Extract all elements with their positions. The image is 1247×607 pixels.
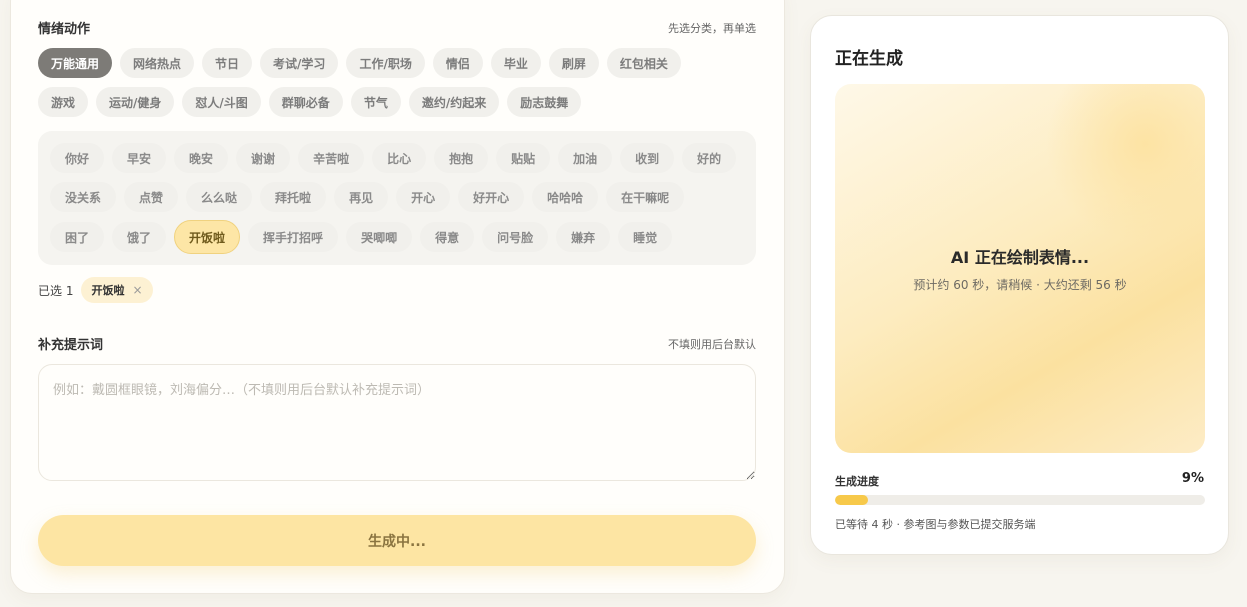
category-chip[interactable]: 红包相关 xyxy=(606,48,681,78)
action-chip[interactable]: 嫌弃 xyxy=(556,222,611,252)
action-chip[interactable]: 谢谢 xyxy=(236,143,291,173)
selected-tag: 开饭啦 × xyxy=(81,277,153,303)
category-chip[interactable]: 节日 xyxy=(202,48,253,78)
action-chip[interactable]: 睡觉 xyxy=(618,222,673,252)
selected-count: 已选 1 xyxy=(38,283,74,298)
category-chip[interactable]: 考试/学习 xyxy=(260,48,339,78)
action-chip[interactable]: 在干嘛呢 xyxy=(606,182,685,212)
action-chip[interactable]: 拜托啦 xyxy=(260,182,327,212)
action-chip[interactable]: 问号脸 xyxy=(482,222,549,252)
action-chip[interactable]: 比心 xyxy=(372,143,427,173)
action-chip[interactable]: 饿了 xyxy=(112,222,167,252)
progress-label: 生成进度 xyxy=(835,475,879,488)
prompt-section-title: 补充提示词 xyxy=(38,338,104,353)
category-chip[interactable]: 刷屏 xyxy=(548,48,599,78)
action-chip[interactable]: 加油 xyxy=(558,143,613,173)
action-chip[interactable]: 收到 xyxy=(620,143,675,173)
category-chip[interactable]: 工作/职场 xyxy=(346,48,425,78)
preview-glow xyxy=(1045,84,1205,244)
category-chip[interactable]: 邀约/约起来 xyxy=(408,87,500,117)
prompt-section-header: 补充提示词 不填则用后台默认 xyxy=(38,334,756,354)
action-chip[interactable]: 再见 xyxy=(334,182,389,212)
category-row-1: 万能通用 网络热点 节日 考试/学习 工作/职场 情侣 毕业 刷屏 红包相关 xyxy=(38,48,681,78)
action-row-3: 困了 饿了 开饭啦 挥手打招呼 哭唧唧 得意 问号脸 嫌弃 睡觉 xyxy=(50,220,673,254)
category-chip[interactable]: 情侣 xyxy=(432,48,483,78)
emotion-section-title: 情绪动作 xyxy=(38,22,91,37)
action-chip[interactable]: 早安 xyxy=(112,143,167,173)
prompt-input[interactable] xyxy=(38,364,756,481)
panel-title: 正在生成 xyxy=(835,49,903,69)
generation-panel: 正在生成 AI 正在绘制表情... 预计约 60 秒，请稍候 · 大约还剩 56… xyxy=(810,15,1229,555)
selected-summary: 已选 1 开饭啦 × xyxy=(38,277,153,303)
emotion-section-hint: 先选分类，再单选 xyxy=(668,21,756,35)
action-chip[interactable]: 你好 xyxy=(50,143,105,173)
category-chip[interactable]: 游戏 xyxy=(38,87,89,117)
action-chip[interactable]: 没关系 xyxy=(50,182,117,212)
progress-percent: 9% xyxy=(1181,471,1204,486)
progress-bar-fill xyxy=(835,495,869,505)
action-chip[interactable]: 贴贴 xyxy=(496,143,551,173)
action-row-1: 你好 早安 晚安 谢谢 辛苦啦 比心 抱抱 贴贴 加油 收到 好的 xyxy=(50,143,737,173)
category-chip[interactable]: 运动/健身 xyxy=(96,87,175,117)
category-chip[interactable]: 群聊必备 xyxy=(268,87,343,117)
action-chip[interactable]: 点赞 xyxy=(124,182,179,212)
action-row-2: 没关系 点赞 么么哒 拜托啦 再见 开心 好开心 哈哈哈 在干嘛呢 xyxy=(50,182,685,212)
action-chip[interactable]: 开心 xyxy=(396,182,451,212)
preview-status: AI 正在绘制表情... xyxy=(950,248,1090,267)
action-chip[interactable]: 挥手打招呼 xyxy=(248,222,339,252)
progress-bar xyxy=(835,495,1205,505)
selected-tag-label: 开饭啦 xyxy=(91,284,125,297)
action-chip[interactable]: 哭唧唧 xyxy=(346,222,413,252)
prompt-section-hint: 不填则用后台默认 xyxy=(668,337,756,351)
action-chip[interactable]: 晚安 xyxy=(174,143,229,173)
action-chip[interactable]: 辛苦啦 xyxy=(298,143,365,173)
category-chip[interactable]: 节气 xyxy=(350,87,401,117)
emotion-section-header: 情绪动作 先选分类，再单选 xyxy=(38,18,756,38)
action-chip[interactable]: 开饭啦 xyxy=(174,220,241,254)
action-chip[interactable]: 抱抱 xyxy=(434,143,489,173)
category-chip[interactable]: 万能通用 xyxy=(38,48,113,78)
action-panel: 你好 早安 晚安 谢谢 辛苦啦 比心 抱抱 贴贴 加油 收到 好的 没关系 点赞 么么哒 拜托啦 再见 开心好… xyxy=(38,131,756,265)
action-chip[interactable]: 好开心 xyxy=(458,182,525,212)
remove-tag-icon[interactable]: × xyxy=(132,283,142,297)
category-chip[interactable]: 毕业 xyxy=(490,48,541,78)
action-chip[interactable]: 哈哈哈 xyxy=(532,182,599,212)
action-chip[interactable]: 好的 xyxy=(682,143,737,173)
category-row-2: 游戏 运动/健身 怼人/斗图 群聊必备 节气 邀约/约起来 励志鼓舞 xyxy=(38,87,582,117)
category-chip[interactable]: 励志鼓舞 xyxy=(507,87,582,117)
progress-note: 已等待 4 秒 · 参考图与参数已提交服务端 xyxy=(835,518,1036,531)
preview-eta: 预计约 60 秒，请稍候 · 大约还剩 56 秒 xyxy=(913,278,1127,292)
category-chip[interactable]: 怼人/斗图 xyxy=(182,87,261,117)
generate-button[interactable]: 生成中... xyxy=(38,515,756,566)
category-chip[interactable]: 网络热点 xyxy=(120,48,195,78)
action-chip[interactable]: 么么哒 xyxy=(186,182,253,212)
preview-area: AI 正在绘制表情... 预计约 60 秒，请稍候 · 大约还剩 56 秒 xyxy=(835,84,1205,453)
action-chip[interactable]: 困了 xyxy=(50,222,105,252)
action-chip[interactable]: 得意 xyxy=(420,222,475,252)
